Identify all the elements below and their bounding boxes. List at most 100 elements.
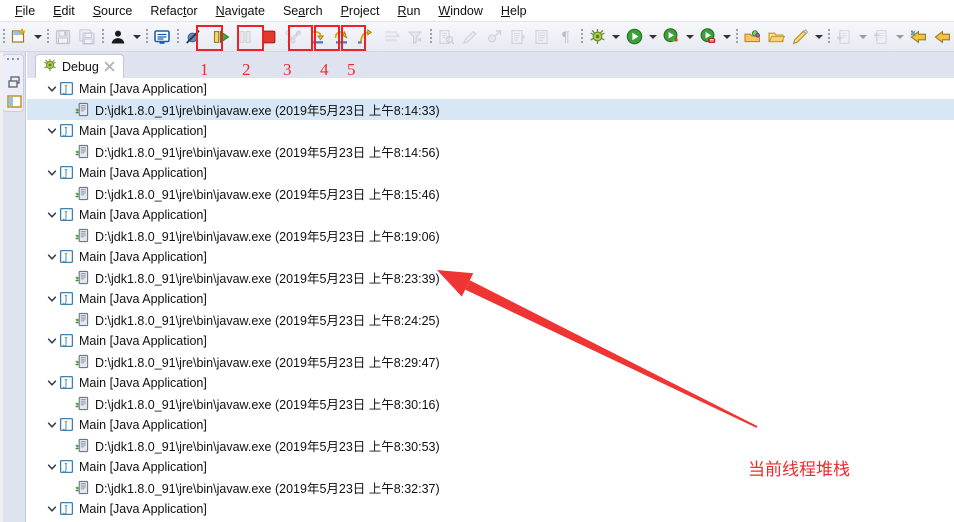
chevron-down-icon[interactable] bbox=[893, 25, 906, 49]
terminate-button[interactable] bbox=[257, 25, 281, 49]
external-tools-button[interactable] bbox=[740, 25, 764, 49]
tree-row-process[interactable]: D:\jdk1.8.0_91\jre\bin\javaw.exe (2019年5… bbox=[27, 141, 954, 162]
java-launch-icon: J bbox=[59, 207, 75, 223]
step-over-icon bbox=[334, 30, 348, 43]
display-console-button[interactable] bbox=[150, 25, 174, 49]
tree-row-launch[interactable]: J Main [Java Application] bbox=[27, 246, 954, 267]
pencil-icon bbox=[463, 30, 477, 44]
twisty-expand-icon[interactable] bbox=[45, 162, 59, 183]
perspective-icon[interactable] bbox=[7, 94, 22, 109]
toolbar-separator bbox=[825, 25, 832, 49]
toolbar-separator bbox=[578, 25, 585, 49]
new-wizard-button[interactable] bbox=[7, 25, 31, 49]
chevron-down-icon[interactable] bbox=[646, 25, 659, 49]
back-history-button[interactable] bbox=[906, 25, 930, 49]
tree-row-launch[interactable]: J Main [Java Application] bbox=[27, 414, 954, 435]
tab-debug[interactable]: Debug bbox=[35, 54, 124, 78]
tree-row-process[interactable]: D:\jdk1.8.0_91\jre\bin\javaw.exe (2019年5… bbox=[27, 99, 954, 120]
restore-view-icon[interactable] bbox=[7, 75, 22, 90]
menu-item-file[interactable]: File bbox=[6, 2, 44, 20]
tree-row-launch[interactable]: J Main [Java Application] bbox=[27, 120, 954, 141]
resume-button[interactable] bbox=[209, 25, 233, 49]
java-launch-icon: J bbox=[59, 249, 75, 265]
twisty-expand-icon[interactable] bbox=[45, 414, 59, 435]
show-whitespace-icon bbox=[535, 29, 548, 44]
next-annotation-icon bbox=[511, 29, 526, 44]
drop-to-frame-icon bbox=[384, 30, 400, 41]
debug-launch-tree[interactable]: J Main [Java Application] D:\jdk1.8.0_91\j… bbox=[27, 78, 954, 522]
twisty-expand-icon[interactable] bbox=[45, 372, 59, 393]
twisty-expand-icon[interactable] bbox=[45, 204, 59, 225]
forward-history-button[interactable] bbox=[930, 25, 954, 49]
twisty-expand-icon[interactable] bbox=[45, 456, 59, 477]
terminate-icon bbox=[262, 30, 276, 43]
menu-item-help[interactable]: Help bbox=[492, 2, 536, 20]
tree-row-label: D:\jdk1.8.0_91\jre\bin\javaw.exe (2019年5… bbox=[95, 104, 440, 118]
run-coverage-button[interactable] bbox=[659, 25, 683, 49]
tree-row-process[interactable]: D:\jdk1.8.0_91\jre\bin\javaw.exe (2019年5… bbox=[27, 351, 954, 372]
toolbar-separator bbox=[733, 25, 740, 49]
tree-row-label: D:\jdk1.8.0_91\jre\bin\javaw.exe (2019年5… bbox=[95, 356, 440, 370]
tree-row-process[interactable]: D:\jdk1.8.0_91\jre\bin\javaw.exe (2019年5… bbox=[27, 435, 954, 456]
run-config-button[interactable] bbox=[696, 25, 720, 49]
tree-row-launch[interactable]: J Main [Java Application] bbox=[27, 498, 954, 519]
chevron-down-icon[interactable] bbox=[130, 25, 143, 49]
step-return-button[interactable] bbox=[353, 25, 377, 49]
menu-item-source[interactable]: Source bbox=[84, 2, 142, 20]
tree-row-launch[interactable]: J Main [Java Application] bbox=[27, 78, 954, 99]
debug-button[interactable] bbox=[585, 25, 609, 49]
menu-item-project[interactable]: Project bbox=[332, 2, 389, 20]
tree-row-process[interactable]: D:\jdk1.8.0_91\jre\bin\javaw.exe (2019年5… bbox=[27, 393, 954, 414]
tree-row-process[interactable]: D:\jdk1.8.0_91\jre\bin\javaw.exe (2019年5… bbox=[27, 267, 954, 288]
tree-row-launch[interactable]: J Main [Java Application] bbox=[27, 162, 954, 183]
drag-handle-dots[interactable] bbox=[7, 58, 21, 62]
tree-row-label: Main [Java Application] bbox=[79, 375, 207, 390]
tree-row-label: D:\jdk1.8.0_91\jre\bin\javaw.exe (2019年5… bbox=[95, 188, 440, 202]
menu-item-search[interactable]: Search bbox=[274, 2, 332, 20]
tree-row-process[interactable]: D:\jdk1.8.0_91\jre\bin\javaw.exe (2019年5… bbox=[27, 225, 954, 246]
tree-row-launch[interactable]: J Main [Java Application] bbox=[27, 204, 954, 225]
menu-item-refactor[interactable]: Refactor bbox=[141, 2, 206, 20]
chevron-down-icon[interactable] bbox=[812, 25, 825, 49]
chevron-down-icon[interactable] bbox=[856, 25, 869, 49]
save-all-button bbox=[75, 25, 99, 49]
step-over-button[interactable] bbox=[329, 25, 353, 49]
run-button[interactable] bbox=[622, 25, 646, 49]
twisty-expand-icon[interactable] bbox=[45, 246, 59, 267]
twisty-expand-icon[interactable] bbox=[45, 120, 59, 141]
disconnect-button bbox=[281, 25, 305, 49]
open-type-icon bbox=[439, 29, 454, 44]
svg-text:J: J bbox=[63, 168, 68, 179]
tree-row-launch[interactable]: J Main [Java Application] bbox=[27, 456, 954, 477]
tree-row-launch[interactable]: J Main [Java Application] bbox=[27, 372, 954, 393]
tree-row-process[interactable]: D:\jdk1.8.0_91\jre\bin\javaw.exe (2019年5… bbox=[27, 183, 954, 204]
tree-row-launch[interactable]: J Main [Java Application] bbox=[27, 330, 954, 351]
tree-row-launch[interactable]: J Main [Java Application] bbox=[27, 288, 954, 309]
skip-breakpoints-button[interactable] bbox=[181, 25, 205, 49]
twisty-expand-icon[interactable] bbox=[45, 330, 59, 351]
back-history-icon bbox=[909, 29, 926, 44]
close-icon[interactable] bbox=[104, 61, 115, 72]
open-folder-button[interactable] bbox=[764, 25, 788, 49]
menu-item-window[interactable]: Window bbox=[429, 2, 491, 20]
process-icon bbox=[75, 270, 91, 286]
menu-item-navigate[interactable]: Navigate bbox=[207, 2, 274, 20]
twisty-expand-icon[interactable] bbox=[45, 78, 59, 99]
display-console-icon bbox=[154, 29, 170, 44]
debug-person-button[interactable] bbox=[106, 25, 130, 49]
menu-item-run[interactable]: Run bbox=[388, 2, 429, 20]
menu-item-edit[interactable]: Edit bbox=[44, 2, 84, 20]
tree-row-process[interactable]: D:\jdk1.8.0_91\jre\bin\javaw.exe (2019年5… bbox=[27, 477, 954, 498]
tree-row-label: D:\jdk1.8.0_91\jre\bin\javaw.exe (2019年5… bbox=[95, 146, 440, 160]
chevron-down-icon[interactable] bbox=[720, 25, 733, 49]
tree-row-process[interactable]: D:\jdk1.8.0_91\jre\bin\javaw.exe (2019年5… bbox=[27, 309, 954, 330]
twisty-expand-icon[interactable] bbox=[45, 498, 59, 519]
chevron-down-icon[interactable] bbox=[31, 25, 44, 49]
chevron-down-icon[interactable] bbox=[683, 25, 696, 49]
window-edge bbox=[0, 52, 3, 522]
search-button[interactable] bbox=[788, 25, 812, 49]
tree-row-label: Main [Java Application] bbox=[79, 207, 207, 222]
chevron-down-icon[interactable] bbox=[609, 25, 622, 49]
twisty-expand-icon[interactable] bbox=[45, 288, 59, 309]
step-into-button[interactable] bbox=[305, 25, 329, 49]
